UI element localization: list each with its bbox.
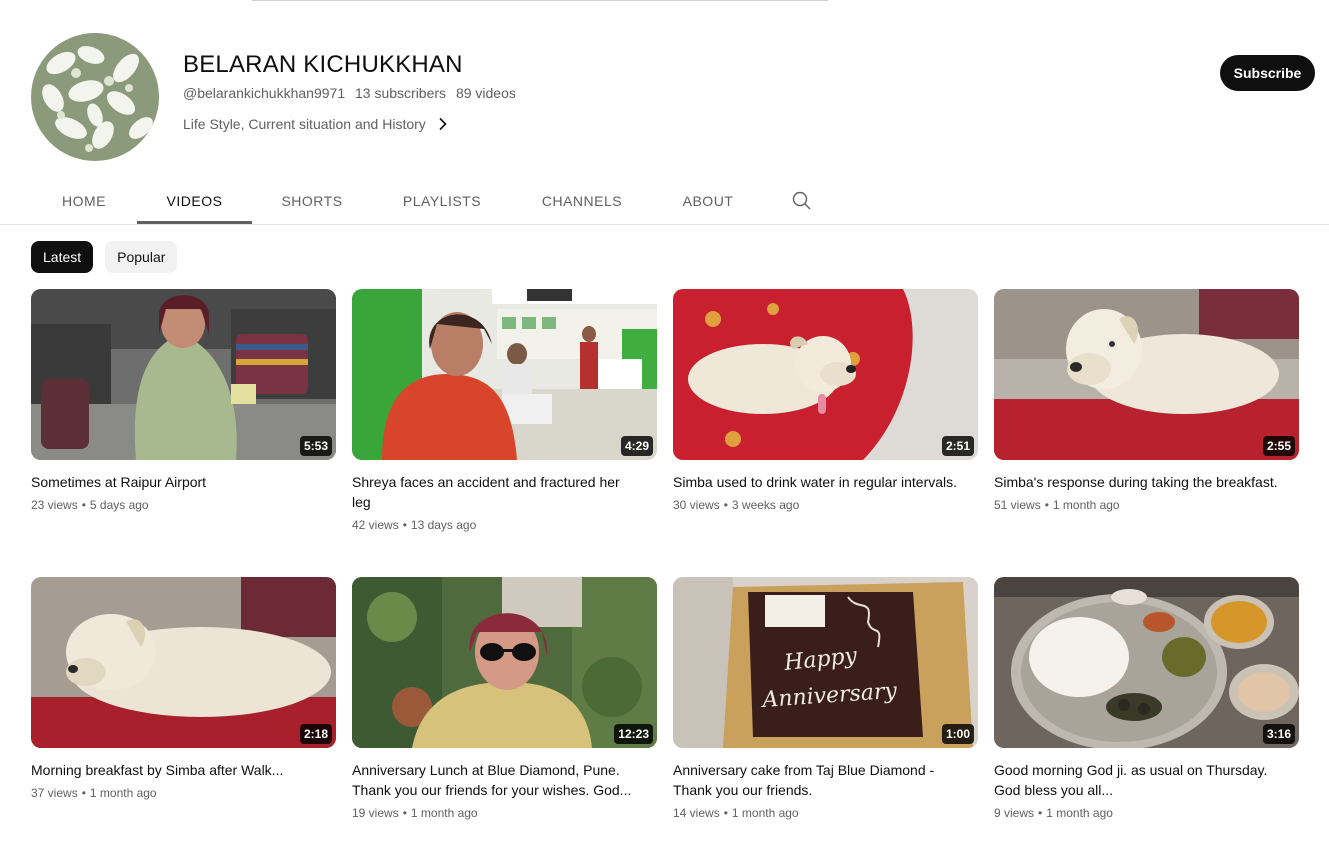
- tab-about[interactable]: ABOUT: [652, 178, 764, 224]
- video-meta: 51 views • 1 month ago: [994, 498, 1299, 512]
- thumbnail-image: [994, 289, 1299, 460]
- view-count: 42 views: [352, 518, 399, 532]
- thumbnail-image: [352, 289, 657, 460]
- video-thumbnail[interactable]: 2:55: [994, 289, 1299, 460]
- video-meta: 19 views • 1 month ago: [352, 806, 657, 820]
- channel-description: Life Style, Current situation and Histor…: [183, 116, 426, 132]
- chip-popular[interactable]: Popular: [105, 241, 178, 273]
- video-duration: 12:23: [614, 724, 653, 744]
- thumbnail-image: [673, 289, 978, 460]
- video-card[interactable]: 3:16 Good morning God ji. as usual on Th…: [994, 577, 1299, 825]
- video-duration: 5:53: [299, 436, 332, 456]
- channel-search-button[interactable]: [782, 178, 822, 224]
- video-thumbnail[interactable]: 5:53: [31, 289, 336, 460]
- upload-age: 5 days ago: [89, 498, 149, 512]
- channel-avatar[interactable]: [31, 33, 159, 161]
- chip-latest[interactable]: Latest: [31, 241, 94, 273]
- video-card[interactable]: 2:18 Morning breakfast by Simba after Wa…: [31, 577, 336, 825]
- meta-separator: •: [402, 806, 407, 820]
- video-card[interactable]: Happy Anniversary 1:00 Anniversary cake …: [673, 577, 978, 825]
- video-meta: 42 views • 13 days ago: [352, 518, 657, 532]
- video-meta: 14 views • 1 month ago: [673, 806, 978, 820]
- view-count: 14 views: [673, 806, 720, 820]
- video-meta: 37 views • 1 month ago: [31, 786, 336, 800]
- top-divider: [252, 0, 828, 1]
- upload-age: 3 weeks ago: [731, 498, 800, 512]
- video-title[interactable]: Anniversary cake from Taj Blue Diamond -…: [673, 760, 978, 800]
- video-count: 89 videos: [455, 85, 516, 101]
- video-grid: 5:53 Sometimes at Raipur Airport 23 view…: [31, 289, 1299, 825]
- tab-channels[interactable]: CHANNELS: [512, 178, 652, 224]
- video-duration: 2:18: [299, 724, 332, 744]
- view-count: 30 views: [673, 498, 720, 512]
- chevron-right-icon: [439, 117, 447, 131]
- view-count: 51 views: [994, 498, 1041, 512]
- tabs-divider: [0, 224, 1329, 225]
- upload-age: 1 month ago: [1052, 498, 1120, 512]
- video-title[interactable]: Morning breakfast by Simba after Walk...: [31, 760, 336, 780]
- video-title[interactable]: Anniversary Lunch at Blue Diamond, Pune.…: [352, 760, 657, 800]
- video-thumbnail[interactable]: Happy Anniversary 1:00: [673, 577, 978, 748]
- search-icon: [792, 191, 811, 210]
- view-count: 37 views: [31, 786, 78, 800]
- view-count: 23 views: [31, 498, 78, 512]
- meta-separator: •: [1044, 498, 1049, 512]
- video-thumbnail[interactable]: 4:29: [352, 289, 657, 460]
- video-meta: 9 views • 1 month ago: [994, 806, 1299, 820]
- channel-tabs: HOME VIDEOS SHORTS PLAYLISTS CHANNELS AB…: [31, 178, 822, 224]
- upload-age: 1 month ago: [410, 806, 478, 820]
- view-count: 9 views: [994, 806, 1035, 820]
- video-card[interactable]: 12:23 Anniversary Lunch at Blue Diamond,…: [352, 577, 657, 825]
- video-thumbnail[interactable]: 2:18: [31, 577, 336, 748]
- video-card[interactable]: 2:51 Simba used to drink water in regula…: [673, 289, 978, 537]
- avatar-image: [31, 33, 159, 161]
- tab-videos[interactable]: VIDEOS: [137, 178, 252, 224]
- thumbnail-image: Happy Anniversary: [673, 577, 978, 748]
- upload-age: 13 days ago: [410, 518, 477, 532]
- tab-playlists[interactable]: PLAYLISTS: [372, 178, 512, 224]
- video-meta: 30 views • 3 weeks ago: [673, 498, 978, 512]
- thumbnail-image: [31, 289, 336, 460]
- video-thumbnail[interactable]: 12:23: [352, 577, 657, 748]
- upload-age: 1 month ago: [89, 786, 157, 800]
- tab-shorts[interactable]: SHORTS: [252, 178, 372, 224]
- video-duration: 2:55: [1262, 436, 1295, 456]
- subscribe-button[interactable]: Subscribe: [1220, 55, 1315, 91]
- thumbnail-image: [31, 577, 336, 748]
- video-meta: 23 views • 5 days ago: [31, 498, 336, 512]
- video-card[interactable]: 2:55 Simba's response during taking the …: [994, 289, 1299, 537]
- meta-separator: •: [402, 518, 407, 532]
- channel-meta: @belarankichukkhan9971 13 subscribers 89…: [183, 85, 516, 101]
- video-duration: 3:16: [1262, 724, 1295, 744]
- video-title[interactable]: Simba's response during taking the break…: [994, 472, 1299, 492]
- upload-age: 1 month ago: [731, 806, 799, 820]
- thumbnail-image: [352, 577, 657, 748]
- subscriber-count: 13 subscribers: [355, 85, 447, 101]
- video-thumbnail[interactable]: 3:16: [994, 577, 1299, 748]
- video-duration: 2:51: [941, 436, 974, 456]
- video-card[interactable]: 4:29 Shreya faces an accident and fractu…: [352, 289, 657, 537]
- upload-age: 1 month ago: [1046, 806, 1113, 820]
- thumbnail-image: [994, 577, 1299, 748]
- view-count: 19 views: [352, 806, 399, 820]
- sort-chips: Latest Popular: [31, 241, 178, 273]
- video-thumbnail[interactable]: 2:51: [673, 289, 978, 460]
- channel-description-link[interactable]: Life Style, Current situation and Histor…: [183, 116, 450, 132]
- video-duration: 4:29: [620, 436, 653, 456]
- channel-handle: @belarankichukkhan9971: [183, 85, 346, 101]
- video-title[interactable]: Sometimes at Raipur Airport: [31, 472, 336, 492]
- video-title[interactable]: Good morning God ji. as usual on Thursda…: [994, 760, 1299, 800]
- video-duration: 1:00: [941, 724, 974, 744]
- meta-separator: •: [81, 786, 86, 800]
- meta-separator: •: [81, 498, 86, 512]
- video-title[interactable]: Shreya faces an accident and fractured h…: [352, 472, 657, 512]
- meta-separator: •: [723, 806, 728, 820]
- channel-name: BELARAN KICHUKKHAN: [183, 51, 463, 78]
- meta-separator: •: [1038, 806, 1043, 820]
- tab-home[interactable]: HOME: [31, 178, 137, 224]
- video-title[interactable]: Simba used to drink water in regular int…: [673, 472, 978, 492]
- meta-separator: •: [723, 498, 728, 512]
- video-card[interactable]: 5:53 Sometimes at Raipur Airport 23 view…: [31, 289, 336, 537]
